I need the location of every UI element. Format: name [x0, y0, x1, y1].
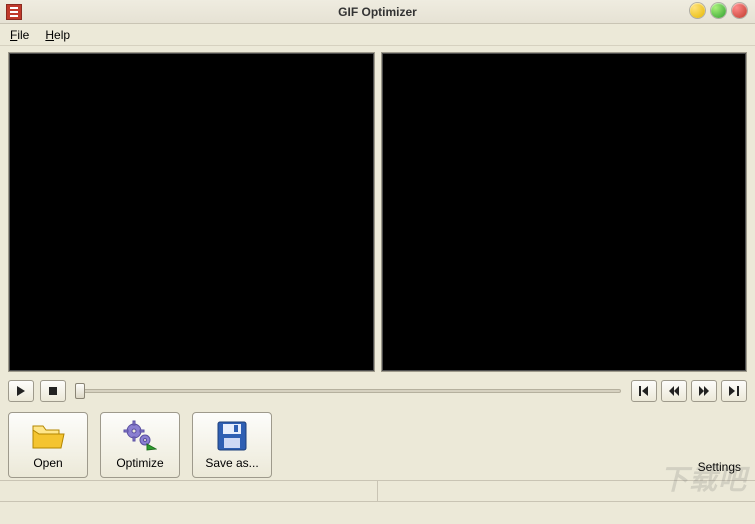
- play-button[interactable]: [8, 380, 34, 402]
- open-button[interactable]: Open: [8, 412, 88, 478]
- status-right: [378, 481, 755, 502]
- status-left: [0, 481, 378, 502]
- skip-prev-icon: [669, 386, 679, 396]
- folder-open-icon: [31, 420, 65, 452]
- title-bar: GIF Optimizer: [0, 0, 755, 24]
- next-frame-button[interactable]: [691, 380, 717, 402]
- playback-bar: [0, 372, 755, 408]
- open-label: Open: [33, 456, 62, 470]
- first-frame-button[interactable]: [631, 380, 657, 402]
- skip-last-icon: [729, 386, 739, 396]
- window-controls: [690, 3, 747, 18]
- optimize-label: Optimize: [116, 456, 163, 470]
- app-icon: [6, 4, 22, 20]
- content-area: [0, 46, 755, 372]
- menu-bar: File Help: [0, 24, 755, 46]
- floppy-save-icon: [215, 420, 249, 452]
- frame-slider[interactable]: [72, 380, 625, 402]
- settings-link[interactable]: Settings: [698, 460, 747, 478]
- stop-icon: [48, 386, 58, 396]
- save-as-button[interactable]: Save as...: [192, 412, 272, 478]
- menu-help[interactable]: Help: [39, 26, 76, 44]
- slider-thumb[interactable]: [75, 383, 85, 399]
- toolbar-spacer: [284, 412, 686, 478]
- frame-nav-group: [631, 380, 747, 402]
- maximize-button[interactable]: [711, 3, 726, 18]
- play-icon: [16, 386, 26, 396]
- close-button[interactable]: [732, 3, 747, 18]
- last-frame-button[interactable]: [721, 380, 747, 402]
- preview-row: [8, 52, 747, 372]
- prev-frame-button[interactable]: [661, 380, 687, 402]
- window-title: GIF Optimizer: [338, 5, 417, 19]
- minimize-button[interactable]: [690, 3, 705, 18]
- preview-optimized: [381, 52, 748, 372]
- main-toolbar: Open Optimize: [0, 408, 755, 480]
- slider-track: [76, 389, 621, 393]
- skip-first-icon: [639, 386, 649, 396]
- skip-next-icon: [699, 386, 709, 396]
- stop-button[interactable]: [40, 380, 66, 402]
- save-as-label: Save as...: [205, 456, 258, 470]
- optimize-button[interactable]: Optimize: [100, 412, 180, 478]
- preview-original: [8, 52, 375, 372]
- gears-icon: [123, 420, 157, 452]
- menu-file[interactable]: File: [4, 26, 35, 44]
- status-bar: [0, 480, 755, 502]
